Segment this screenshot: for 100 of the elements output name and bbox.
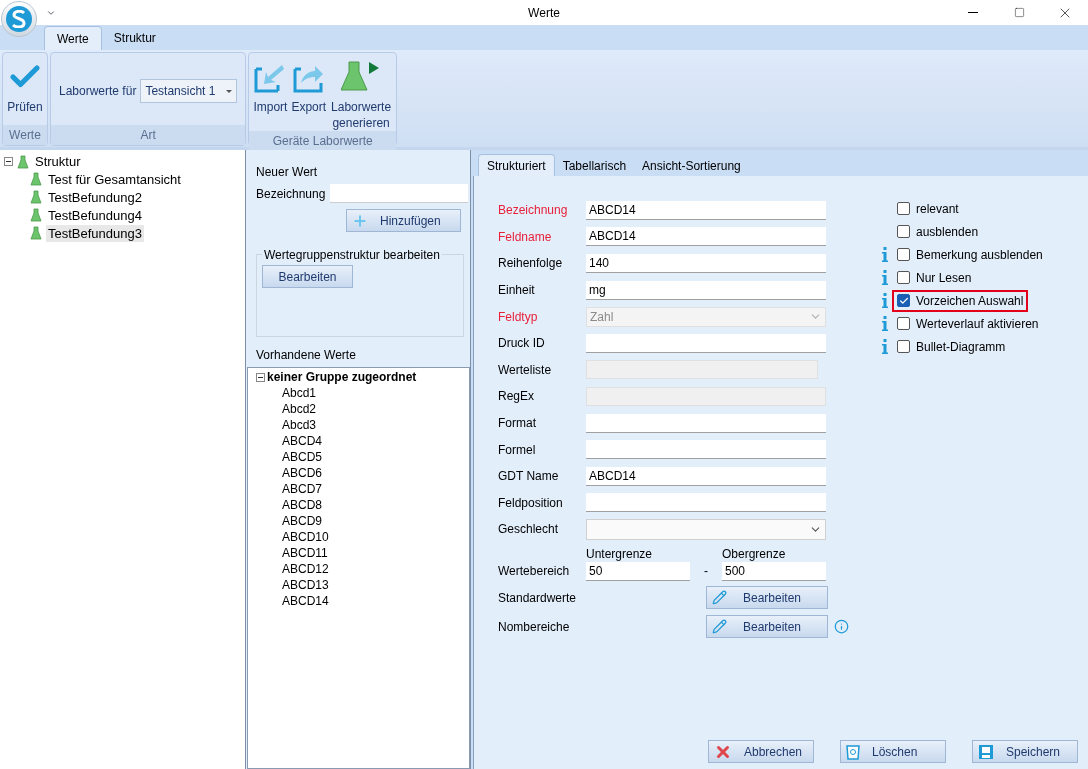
text-field[interactable] <box>330 184 469 203</box>
range-separator: - <box>703 562 709 580</box>
tree-item[interactable]: ABCD4 <box>282 433 322 449</box>
add-button[interactable]: Hinzufügen <box>346 209 461 232</box>
field-label: Werteliste <box>498 361 553 378</box>
flask-icon <box>30 190 42 205</box>
maximize-icon <box>1013 7 1025 18</box>
tree-item[interactable]: ABCD10 <box>282 529 329 545</box>
ribbon-tab[interactable]: Werte <box>44 26 102 50</box>
checkbox[interactable] <box>897 317 910 330</box>
tree-item[interactable]: TestBefundung4 <box>46 206 144 224</box>
tree-item[interactable]: ABCD13 <box>282 577 329 593</box>
app-logo[interactable] <box>1 1 37 37</box>
field-label: GDT Name <box>498 468 560 485</box>
field-label: Feldname <box>498 228 553 245</box>
tree-item[interactable]: ABCD11 <box>282 545 328 561</box>
pencil-icon <box>712 619 727 635</box>
checkbox-label: ausblenden <box>916 223 979 240</box>
checkbox-label: Werteverlauf aktivieren <box>916 315 1039 332</box>
tree-item[interactable]: TestBefundung2 <box>46 188 144 206</box>
tree-item[interactable]: ABCD7 <box>282 481 322 497</box>
checkbox[interactable] <box>897 340 910 353</box>
field-label: Feldposition <box>498 494 564 511</box>
text-field[interactable] <box>586 413 826 433</box>
tree-item[interactable]: Struktur <box>33 153 83 171</box>
tab[interactable]: Strukturiert <box>478 154 555 176</box>
pencil-icon <box>712 590 727 606</box>
text-field[interactable]: 140 <box>586 254 826 273</box>
collapse-toggle[interactable] <box>256 372 265 382</box>
checkbox[interactable] <box>897 294 910 307</box>
tree-item[interactable]: ABCD12 <box>282 561 329 577</box>
field-label: Nombereiche <box>498 618 571 635</box>
footer-button[interactable]: Abbrechen <box>708 740 814 763</box>
text-field[interactable] <box>586 440 826 460</box>
field-label: Reihenfolge <box>498 255 564 272</box>
checkbox[interactable] <box>897 248 910 261</box>
tab[interactable]: Tabellarisch <box>554 156 635 176</box>
tree-item[interactable]: Test für Gesamtansicht <box>46 170 183 188</box>
flask-icon <box>30 208 42 223</box>
footer-button[interactable]: Speichern <box>972 740 1078 763</box>
checkbox-label: Bemerkung ausblenden <box>916 246 1043 263</box>
tab[interactable]: Ansicht-Sortierung <box>634 156 749 176</box>
ribbon-button[interactable]: Import <box>253 57 288 115</box>
section-title: Neuer Wert <box>256 164 319 180</box>
laborwerte-label: Laborwerte für <box>59 83 137 99</box>
check-icon <box>898 295 909 306</box>
text-field[interactable] <box>586 333 826 353</box>
field-label: Standardwerte <box>498 589 578 606</box>
field-label: Obergrenze <box>722 545 787 562</box>
tree-item[interactable]: Abcd1 <box>282 385 317 401</box>
tree-item[interactable]: keiner Gruppe zugeordnet <box>267 369 417 385</box>
field-label: Format <box>498 415 537 432</box>
save-icon <box>978 743 994 760</box>
dropdown-field[interactable] <box>586 518 826 540</box>
edit-button[interactable]: Bearbeiten <box>706 586 828 610</box>
field-label: Feldtyp <box>498 308 539 325</box>
footer-button[interactable]: Löschen <box>840 740 946 763</box>
tree-item[interactable]: ABCD9 <box>282 513 322 529</box>
field-label: Untergrenze <box>586 545 654 562</box>
checkbox-label: Nur Lesen <box>916 269 972 286</box>
text-field[interactable] <box>586 493 826 513</box>
view-dropdown[interactable]: Testansicht 1 <box>140 79 238 103</box>
flask-icon <box>17 154 29 169</box>
checkbox[interactable] <box>897 271 910 284</box>
checkbox-label: relevant <box>916 200 959 217</box>
edit-button[interactable]: Bearbeiten <box>706 615 828 639</box>
tree-item[interactable]: Abcd2 <box>282 401 317 417</box>
text-field[interactable]: 50 <box>586 561 690 581</box>
field-label: Wertebereich <box>498 562 571 580</box>
tree-item[interactable]: Abcd3 <box>282 417 317 433</box>
ribbon-tab[interactable]: Struktur <box>101 26 168 50</box>
field-label: Geschlecht <box>498 521 560 538</box>
tree-item[interactable]: TestBefundung3 <box>46 224 144 242</box>
tree-item[interactable]: ABCD8 <box>282 497 322 513</box>
edit-button[interactable]: Bearbeiten <box>262 265 353 288</box>
checkbox[interactable] <box>897 225 910 238</box>
tree-item[interactable]: ABCD5 <box>282 449 322 465</box>
field-label: Druck ID <box>498 335 546 352</box>
text-field[interactable]: ABCD14 <box>586 200 826 220</box>
text-field[interactable]: ABCD14 <box>586 227 826 247</box>
dropdown-arrow-icon <box>226 89 233 93</box>
field-label: Formel <box>498 441 537 458</box>
section-title: Vorhandene Werte <box>256 347 357 363</box>
tree-item[interactable]: ABCD14 <box>282 593 329 609</box>
collapse-toggle[interactable] <box>4 157 13 167</box>
ribbon-button[interactable]: Prüfen <box>7 57 43 115</box>
ribbon-group-title: Art <box>51 125 246 145</box>
field-label: Einheit <box>498 282 536 299</box>
ribbon-button[interactable]: Laborwerte generieren <box>330 57 393 131</box>
checkbox[interactable] <box>897 202 910 215</box>
text-field[interactable]: ABCD14 <box>586 466 826 486</box>
text-field[interactable]: mg <box>586 280 826 300</box>
flask-icon <box>30 226 42 241</box>
ribbon-button[interactable]: Export <box>291 57 327 115</box>
text-field[interactable]: 500 <box>722 561 826 581</box>
window-title: Werte <box>528 4 560 21</box>
field-label: Bezeichnung <box>256 185 326 202</box>
field-label: RegEx <box>498 388 536 405</box>
tree-item[interactable]: ABCD6 <box>282 465 322 481</box>
checkbox-label: Bullet-Diagramm <box>916 338 1006 355</box>
